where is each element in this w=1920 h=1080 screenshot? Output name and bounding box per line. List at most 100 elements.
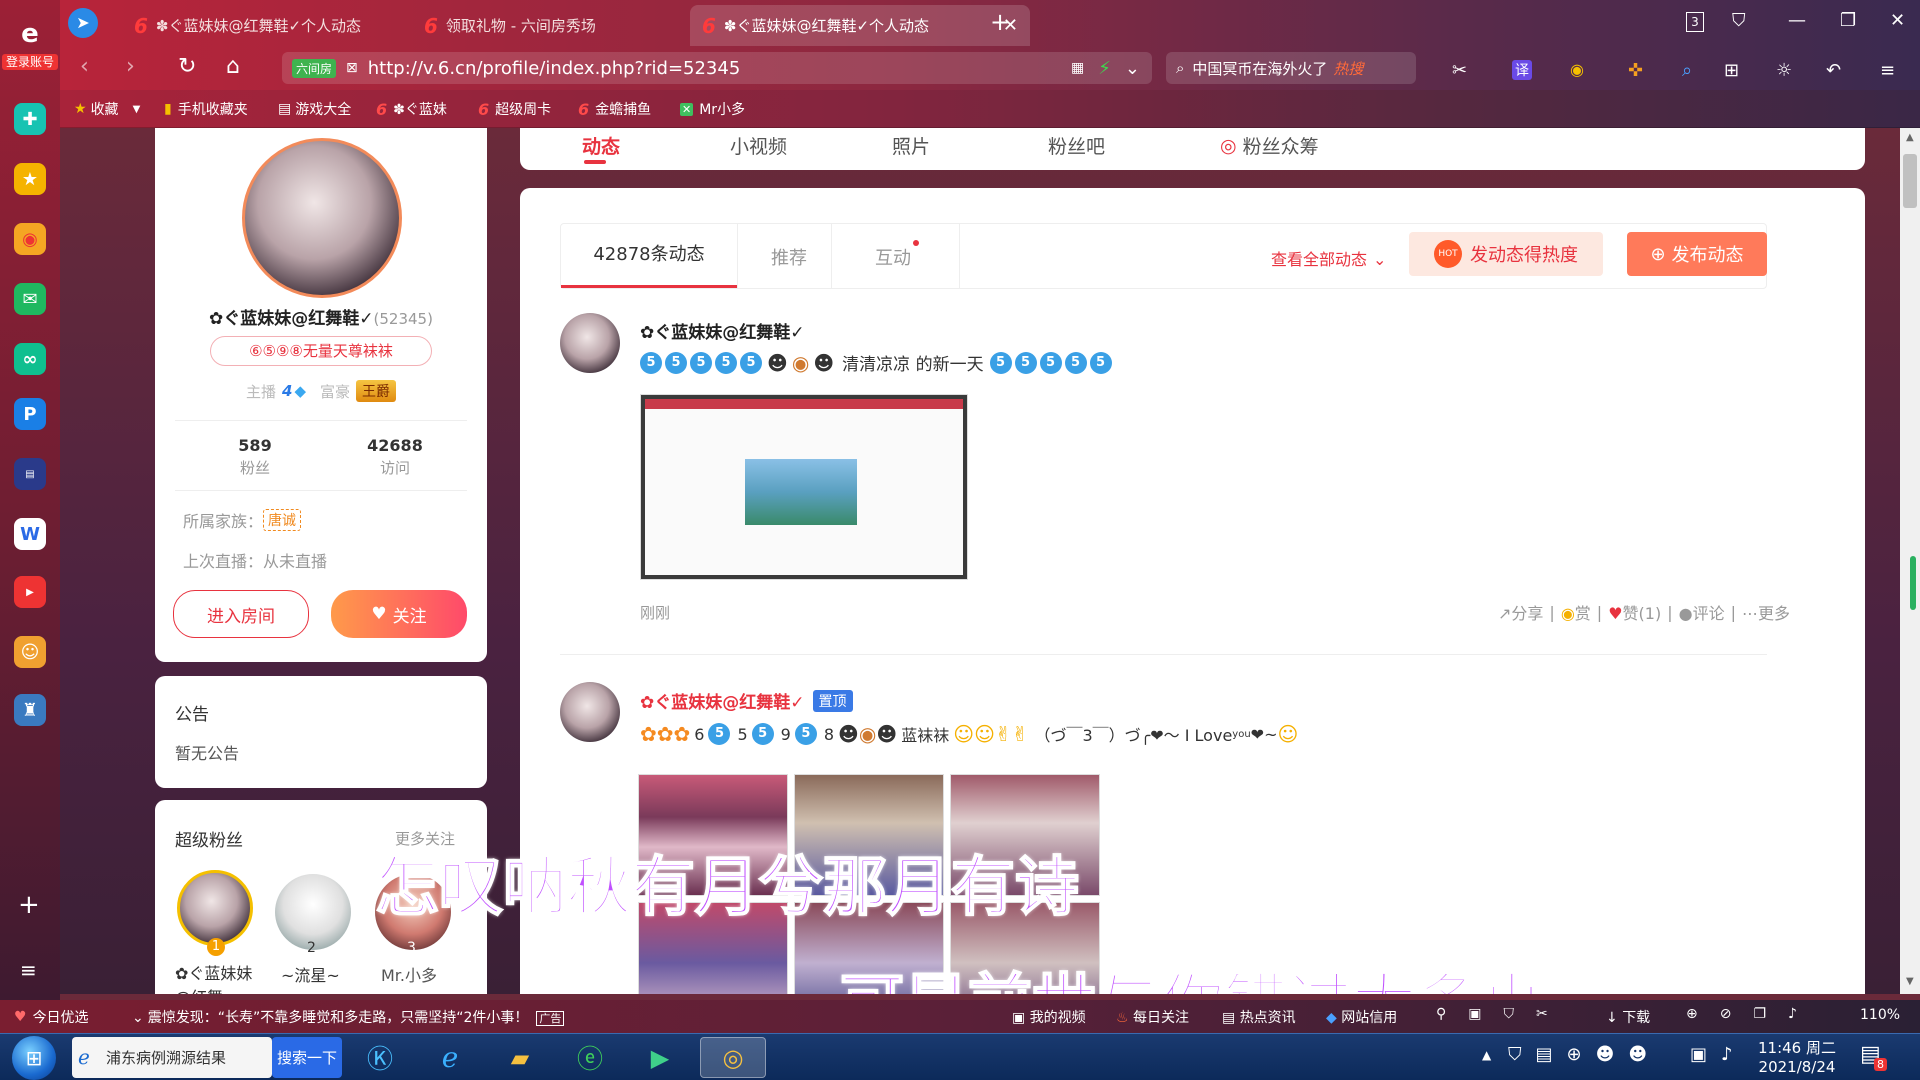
sports-app-icon[interactable]: ▤: [14, 458, 46, 490]
coin-icon[interactable]: ◉: [1570, 60, 1584, 79]
family-badge[interactable]: 唐诚: [263, 509, 302, 531]
word-doc-icon[interactable]: W: [14, 518, 46, 550]
tab-recommend[interactable]: 推荐: [771, 244, 807, 270]
avatar[interactable]: [242, 138, 402, 298]
view-all-dropdown[interactable]: 查看全部动态 ⌄: [1271, 246, 1386, 270]
link-icon[interactable]: ∞: [14, 343, 46, 375]
address-bar[interactable]: 六间房 ⊠ http://v.6.cn/profile/index.php?ri…: [282, 52, 1152, 84]
clock[interactable]: 11:46 周二 2021/8/24: [1752, 1037, 1842, 1076]
hot-news[interactable]: ▤ 热点资讯: [1222, 1007, 1296, 1027]
bookmark-profile[interactable]: 6 ✽ぐ蓝妹: [376, 99, 447, 119]
publish-button[interactable]: ⊕ 发布动态: [1627, 232, 1767, 276]
weibo-icon[interactable]: ◉: [14, 223, 46, 255]
status-tool-icons[interactable]: ⚲▣⛉✂: [1436, 1006, 1570, 1022]
scroll-up-icon[interactable]: ▲: [1906, 132, 1914, 143]
url-text[interactable]: http://v.6.cn/profile/index.php?rid=5234…: [368, 58, 741, 79]
taskbar-folder-icon[interactable]: ▰: [490, 1037, 550, 1078]
qr-icon[interactable]: ▦: [1071, 60, 1084, 76]
taskbar-game-icon[interactable]: ◎: [700, 1037, 766, 1078]
zoom-level[interactable]: 110%: [1860, 1007, 1900, 1023]
new-tab-icon[interactable]: +: [990, 8, 1010, 36]
favorites-star-icon[interactable]: ★: [14, 163, 46, 195]
post-author-name[interactable]: ✿ぐ蓝妹妹@红舞鞋✓: [640, 318, 805, 343]
castle-game-icon[interactable]: ♜: [14, 694, 46, 726]
daily-picks[interactable]: ♥ 今日优选: [14, 1007, 89, 1027]
tray-icons[interactable]: ⛉▤⊕☻☻: [1508, 1044, 1661, 1065]
restore-icon[interactable]: ❐: [1840, 10, 1856, 31]
daily-follow[interactable]: ♨ 每日关注: [1116, 1007, 1189, 1027]
close-window-icon[interactable]: ✕: [1890, 10, 1905, 31]
post-author-avatar[interactable]: [560, 313, 620, 373]
fan-name-3[interactable]: Mr.小多: [381, 962, 437, 986]
bookmark-mobile[interactable]: ▮ 手机收藏夹: [164, 99, 248, 119]
magnifier-icon[interactable]: ⌕: [1682, 60, 1692, 81]
enter-room-button[interactable]: 进入房间: [173, 590, 309, 638]
translate-icon[interactable]: 译: [1512, 60, 1532, 80]
taskbar-search-button[interactable]: 搜索一下: [272, 1037, 342, 1078]
tab-fan-bar[interactable]: 粉丝吧: [1048, 132, 1105, 159]
tray-expand-icon[interactable]: ▲: [1482, 1048, 1491, 1062]
comment-button[interactable]: ●评论: [1679, 600, 1725, 624]
search-icon[interactable]: ⌕: [1176, 59, 1184, 77]
tab-dynamic[interactable]: 动态: [582, 132, 620, 159]
shirt-skin-icon[interactable]: ⛉: [1732, 10, 1746, 31]
chevron-down-icon[interactable]: ⌄: [1125, 58, 1140, 79]
plus-app-icon[interactable]: ✚: [14, 103, 46, 135]
follow-button[interactable]: ♥ 关注: [331, 590, 467, 638]
scroll-thumb[interactable]: [1903, 154, 1917, 208]
fan-name-1[interactable]: ✿ぐ蓝妹妹@红舞: [175, 962, 259, 994]
download-button[interactable]: ↓ 下载: [1606, 1007, 1650, 1027]
bookmark-favorites[interactable]: ★ 收藏 ▼: [74, 99, 140, 119]
browser-logo-icon[interactable]: e: [8, 14, 52, 54]
back-icon[interactable]: ‹: [80, 54, 89, 79]
video-app-icon[interactable]: ▶: [14, 576, 46, 608]
side-handle[interactable]: [1910, 556, 1916, 610]
tab-fan-crowdfund[interactable]: ◎ 粉丝众筹: [1220, 132, 1319, 159]
heat-button[interactable]: HOT 发动态得热度: [1409, 232, 1603, 276]
news-ticker[interactable]: ⌄ 震惊发现：“长寿”不靠多睡觉和多走路，只需坚持“2件小事！ 广告: [132, 1007, 565, 1027]
bookmark-games[interactable]: ▤ 游戏大全: [278, 99, 351, 119]
fans-stat[interactable]: 589 粉丝: [205, 436, 305, 478]
add-icon[interactable]: +: [18, 890, 40, 920]
fan-name-2[interactable]: ~流星~: [281, 962, 340, 986]
my-videos[interactable]: ▣ 我的视频: [1012, 1007, 1086, 1027]
fan-avatar-1[interactable]: [177, 870, 253, 946]
bookmark-mrxiaoduo[interactable]: ✕ Mr小多: [680, 99, 745, 119]
taskbar-player-icon[interactable]: ▶: [630, 1037, 690, 1078]
lightning-icon[interactable]: ⚡: [1098, 58, 1111, 79]
refresh-icon[interactable]: ↻: [178, 54, 196, 79]
p-app-icon[interactable]: P: [14, 398, 46, 430]
scroll-down-icon[interactable]: ▼: [1906, 976, 1914, 987]
taskbar-app-k-icon[interactable]: Ⓚ: [350, 1037, 410, 1078]
grid-apps-icon[interactable]: ⊞: [1724, 60, 1739, 81]
site-credit[interactable]: ◆ 网站信用: [1326, 1007, 1397, 1027]
minimize-icon[interactable]: —: [1788, 10, 1806, 31]
tab-photos[interactable]: 照片: [892, 132, 930, 159]
taskbar-browser-icon[interactable]: ⓔ: [560, 1037, 620, 1078]
bookmark-weekly-card[interactable]: 6 超级周卡: [478, 99, 551, 119]
site-info-icon[interactable]: ⊠: [346, 60, 358, 76]
menu-icon[interactable]: ≡: [1880, 60, 1895, 81]
search-box[interactable]: ⌕ 中国冥币在海外火了 热搜: [1166, 52, 1416, 84]
home-icon[interactable]: ⌂: [226, 54, 240, 79]
bookmark-fishing[interactable]: 6 金蟾捕鱼: [578, 99, 651, 119]
undo-icon[interactable]: ↶: [1826, 60, 1841, 81]
fan-avatar-2[interactable]: [275, 874, 351, 950]
status-extra-icons[interactable]: ⊕⊘❐♪: [1686, 1006, 1819, 1022]
search-text[interactable]: 中国冥币在海外火了: [1192, 58, 1327, 79]
mail-icon[interactable]: ✉: [14, 283, 46, 315]
share-button[interactable]: ↗分享: [1498, 600, 1543, 624]
tab-profile-active[interactable]: 6 ✽ぐ蓝妹妹@红舞鞋✓个人动态 ✕: [690, 5, 1030, 46]
menu-list-icon[interactable]: ≡: [20, 958, 37, 982]
post-author-name[interactable]: ✿ぐ蓝妹妹@红舞鞋✓ 置顶: [640, 688, 853, 713]
post-author-avatar[interactable]: [560, 682, 620, 742]
navigation-arrow-icon[interactable]: ➤: [68, 8, 98, 38]
tray-network-volume-icons[interactable]: ▣♪: [1690, 1044, 1747, 1065]
taskbar-ie-icon[interactable]: ℯ: [420, 1037, 480, 1078]
tab-all-posts[interactable]: 42878条动态: [561, 224, 737, 288]
more-button[interactable]: ⋯更多: [1742, 600, 1790, 624]
gamepad-icon[interactable]: ✜: [1628, 60, 1643, 81]
brightness-icon[interactable]: ☼: [1776, 60, 1792, 81]
game-icon[interactable]: ☺: [14, 636, 46, 668]
tab-interact[interactable]: 互动: [875, 244, 911, 270]
